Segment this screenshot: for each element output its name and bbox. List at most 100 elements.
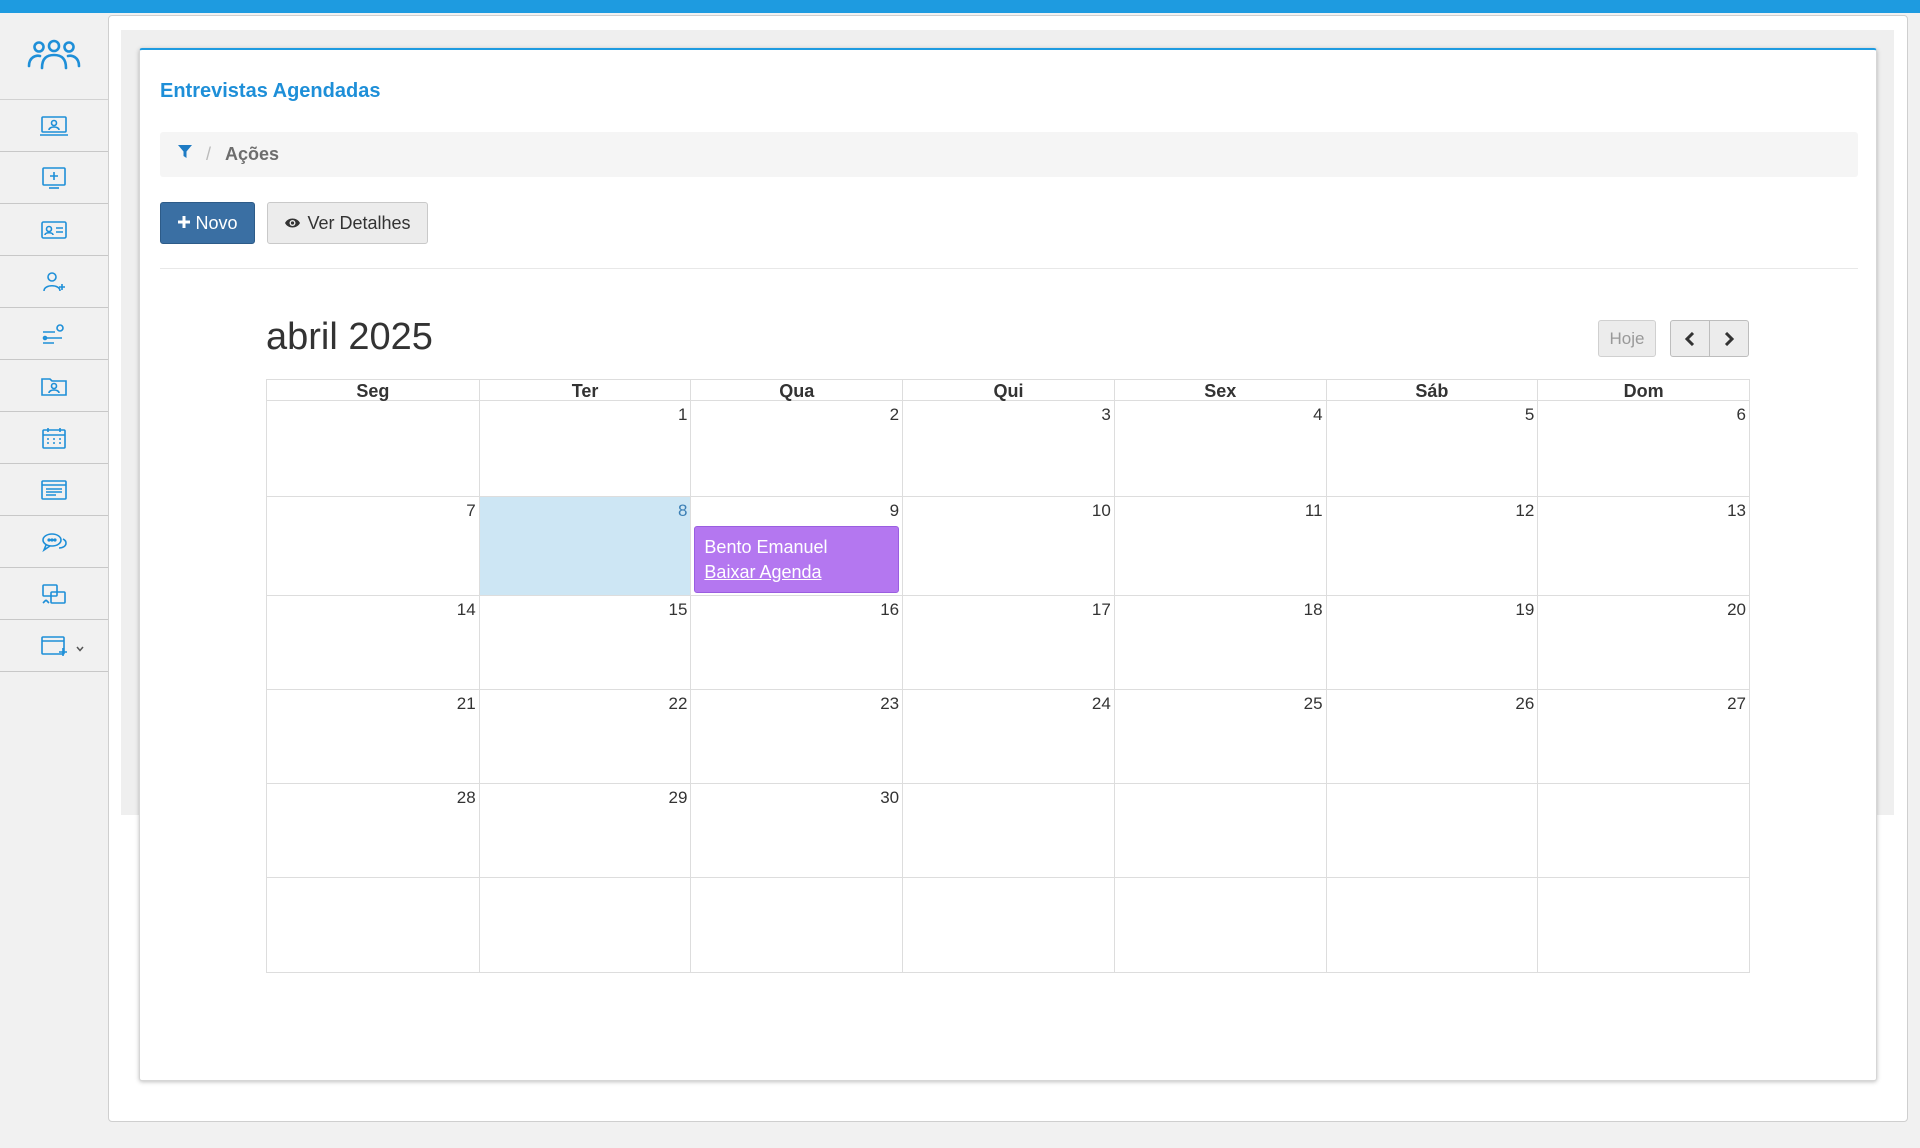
main-panel: Entrevistas Agendadas / Ações Novo Ver D… xyxy=(139,48,1877,1081)
calendar-week: 14 15 16 17 18 19 20 xyxy=(267,595,1749,689)
nav-item-7[interactable] xyxy=(0,412,108,464)
nav-item-4[interactable] xyxy=(0,256,108,308)
calendar-day[interactable]: 2 xyxy=(690,401,902,496)
calendar-day[interactable] xyxy=(1113,878,1326,972)
calendar-day[interactable]: 28 xyxy=(267,784,479,877)
calendar-day[interactable]: 3 xyxy=(902,401,1114,496)
view-details-label: Ver Detalhes xyxy=(307,212,411,233)
calendar-grid: Seg Ter Qua Qui Sex Sáb Dom 1 2 3 4 5 6 7 8 9 Ben… xyxy=(266,379,1750,973)
calendar-day[interactable]: 23 xyxy=(690,690,902,783)
prev-month-button[interactable] xyxy=(1670,320,1710,357)
folder-user-icon xyxy=(41,377,67,396)
calendar-day[interactable]: 4 xyxy=(1113,401,1326,496)
new-button-label: Novo xyxy=(195,212,238,233)
chevron-down-icon[interactable] xyxy=(75,641,85,659)
day-number: 20 xyxy=(1727,600,1746,619)
calendar-day[interactable]: 26 xyxy=(1325,690,1538,783)
chevron-left-icon xyxy=(1684,331,1695,346)
calendar-day[interactable]: 27 xyxy=(1537,690,1749,783)
calendar-day[interactable]: 12 xyxy=(1325,497,1538,595)
calendar-day[interactable]: 22 xyxy=(478,690,691,783)
calendar-day[interactable] xyxy=(1537,784,1749,877)
day-number: 19 xyxy=(1515,600,1535,619)
calendar-day[interactable]: 6 xyxy=(1537,401,1749,496)
id-card-icon xyxy=(41,220,67,239)
calendar-day[interactable] xyxy=(690,878,902,972)
day-number: 7 xyxy=(466,501,476,520)
calendar-day[interactable]: 8 xyxy=(478,497,691,595)
nav-item-6[interactable] xyxy=(0,360,108,412)
list-window-icon xyxy=(41,479,67,500)
nav-item-8[interactable] xyxy=(0,464,108,516)
new-button[interactable]: Novo xyxy=(160,202,255,244)
filter-icon[interactable] xyxy=(178,145,192,164)
calendar-day[interactable]: 25 xyxy=(1113,690,1326,783)
day-number: 4 xyxy=(1313,405,1323,424)
day-number: 10 xyxy=(1091,501,1111,520)
calendar-day[interactable]: 17 xyxy=(902,596,1114,689)
calendar-body: 1 2 3 4 5 6 7 8 9 Bento Emanuel Baixar Agenda 10 11 1… xyxy=(266,401,1750,973)
calendar-day[interactable]: 7 xyxy=(267,497,479,595)
day-number: 14 xyxy=(456,600,476,619)
calendar-day[interactable]: 20 xyxy=(1537,596,1749,689)
calendar-day[interactable]: 30 xyxy=(690,784,902,877)
chevron-right-icon xyxy=(1724,331,1735,346)
nav-item-1[interactable] xyxy=(0,100,108,152)
calendar-day[interactable]: 14 xyxy=(267,596,479,689)
calendar-day[interactable]: 18 xyxy=(1113,596,1326,689)
nav-item-3[interactable] xyxy=(0,204,108,256)
calendar-day[interactable]: 10 xyxy=(902,497,1114,595)
plus-icon xyxy=(177,213,191,234)
weekday-header: Sáb xyxy=(1325,380,1538,402)
day-number: 18 xyxy=(1303,600,1323,619)
day-number: 6 xyxy=(1736,405,1746,424)
nav-item-2[interactable] xyxy=(0,152,108,204)
day-number: 21 xyxy=(456,694,476,713)
calendar-day[interactable] xyxy=(267,401,479,496)
calendar-day[interactable]: 21 xyxy=(267,690,479,783)
calendar-day[interactable]: 9 Bento Emanuel Baixar Agenda xyxy=(690,497,902,595)
calendar-day[interactable] xyxy=(1325,878,1538,972)
calendar-day[interactable]: 24 xyxy=(902,690,1114,783)
download-agenda-link[interactable]: Baixar Agenda xyxy=(704,560,889,585)
calendar-event[interactable]: Bento Emanuel Baixar Agenda xyxy=(694,526,900,593)
day-number: 13 xyxy=(1727,501,1746,520)
user-route-icon xyxy=(42,323,64,344)
day-number: 12 xyxy=(1515,501,1535,520)
calendar-day[interactable]: 11 xyxy=(1113,497,1326,595)
nav-item-9[interactable] xyxy=(0,516,108,568)
calendar-day[interactable]: 5 xyxy=(1325,401,1538,496)
window-add-icon xyxy=(41,635,67,656)
day-number: 27 xyxy=(1727,694,1746,713)
day-number: 16 xyxy=(880,600,900,619)
calendar-day[interactable] xyxy=(267,878,479,972)
calendar-title: abril 2025 xyxy=(266,316,433,358)
calendar-day[interactable] xyxy=(1537,878,1749,972)
nav-item-10[interactable] xyxy=(0,568,108,620)
calendar-day[interactable]: 13 xyxy=(1537,497,1749,595)
monitor-add-icon xyxy=(42,166,66,189)
day-number: 3 xyxy=(1101,405,1111,424)
day-number: 29 xyxy=(668,788,688,807)
calendar-day[interactable]: 15 xyxy=(478,596,691,689)
calendar-day[interactable]: 29 xyxy=(478,784,691,877)
nav-item-11[interactable] xyxy=(0,620,108,672)
calendar-day[interactable] xyxy=(902,878,1114,972)
view-details-button[interactable]: Ver Detalhes xyxy=(267,202,428,244)
next-month-button[interactable] xyxy=(1709,320,1749,357)
today-button[interactable]: Hoje xyxy=(1598,320,1656,357)
calendar-day[interactable] xyxy=(902,784,1114,877)
calendar-day[interactable]: 19 xyxy=(1325,596,1538,689)
day-number: 9 xyxy=(889,501,900,520)
nav-item-5[interactable] xyxy=(0,308,108,360)
calendar-day[interactable]: 1 xyxy=(478,401,691,496)
calendar-day[interactable]: 16 xyxy=(690,596,902,689)
calendar-day[interactable] xyxy=(478,878,691,972)
day-number: 15 xyxy=(668,600,688,619)
calendar-day[interactable] xyxy=(1325,784,1538,877)
weekday-header: Qui xyxy=(902,380,1114,402)
day-number: 5 xyxy=(1524,405,1535,424)
app-logo[interactable] xyxy=(0,13,108,100)
divider xyxy=(160,268,1858,269)
calendar-day[interactable] xyxy=(1113,784,1326,877)
